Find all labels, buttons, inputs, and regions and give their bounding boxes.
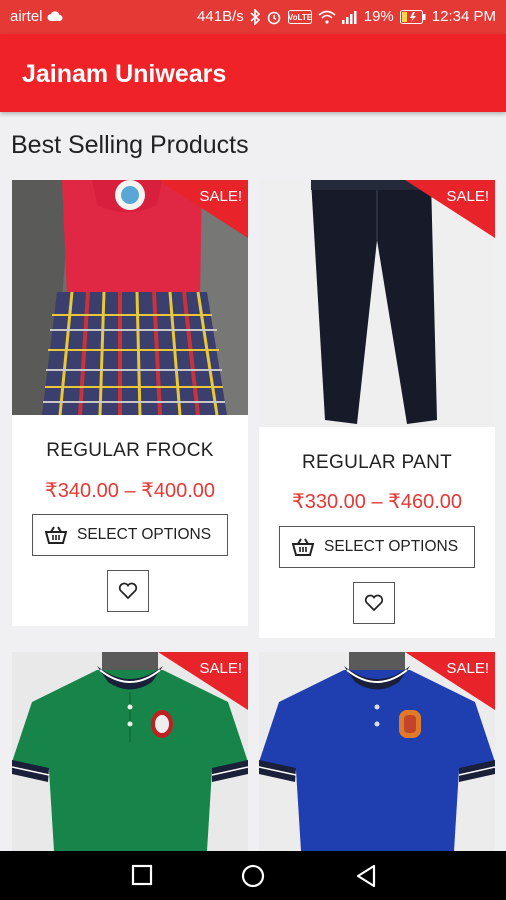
product-image[interactable]: SALE!: [259, 652, 495, 851]
wifi-icon: [318, 10, 336, 24]
select-options-label: SELECT OPTIONS: [77, 526, 212, 543]
wishlist-button[interactable]: [353, 582, 395, 624]
product-image[interactable]: SALE!: [12, 180, 248, 415]
volte-icon: VoLTE: [287, 9, 312, 24]
svg-text:VoLTE: VoLTE: [288, 13, 312, 22]
carrier-label: airtel: [10, 8, 43, 25]
cloud-icon: [47, 11, 63, 21]
clock: 12:34 PM: [431, 8, 496, 25]
product-card[interactable]: SALE!: [259, 652, 495, 851]
navigation-bar: [0, 851, 506, 900]
app-title: Jainam Uniwears: [22, 60, 227, 88]
home-icon[interactable]: [241, 864, 265, 888]
product-image[interactable]: SALE!: [259, 180, 495, 427]
sale-badge: SALE!: [446, 660, 489, 677]
sale-badge: SALE!: [446, 188, 489, 205]
product-name[interactable]: REGULAR FROCK: [12, 440, 248, 462]
app-bar: Jainam Uniwears: [0, 34, 506, 112]
basket-icon: [45, 526, 67, 544]
signal-icon: [341, 10, 357, 24]
product-image[interactable]: SALE!: [12, 652, 248, 851]
product-name[interactable]: REGULAR PANT: [259, 452, 495, 474]
select-options-button[interactable]: SELECT OPTIONS: [279, 526, 475, 568]
bluetooth-icon: [250, 8, 260, 25]
heart-icon: [118, 582, 138, 600]
recents-icon[interactable]: [131, 864, 153, 886]
heart-icon: [364, 594, 384, 612]
sale-badge: SALE!: [199, 188, 242, 205]
battery-percent: 19%: [363, 8, 394, 25]
product-card[interactable]: SALE! REGULAR FROCK ₹340.00 – ₹400.00 SE…: [12, 180, 248, 626]
product-card[interactable]: SALE! REGULAR PANT ₹330.00 – ₹460.00 SEL…: [259, 180, 495, 638]
basket-icon: [292, 538, 314, 556]
product-price: ₹340.00 – ₹400.00: [44, 480, 216, 502]
status-bar: airtel 441B/s VoLTE 19% 12:34 PM: [0, 0, 506, 34]
product-card[interactable]: SALE!: [12, 652, 248, 851]
select-options-label: SELECT OPTIONS: [324, 538, 459, 555]
alarm-icon: [267, 11, 281, 24]
select-options-button[interactable]: SELECT OPTIONS: [32, 514, 228, 556]
back-icon[interactable]: [355, 864, 377, 888]
battery-icon: [399, 9, 426, 24]
network-speed: 441B/s: [197, 8, 244, 25]
section-title: Best Selling Products: [11, 131, 249, 159]
wishlist-button[interactable]: [107, 570, 149, 612]
product-price: ₹330.00 – ₹460.00: [291, 491, 463, 513]
sale-badge: SALE!: [199, 660, 242, 677]
